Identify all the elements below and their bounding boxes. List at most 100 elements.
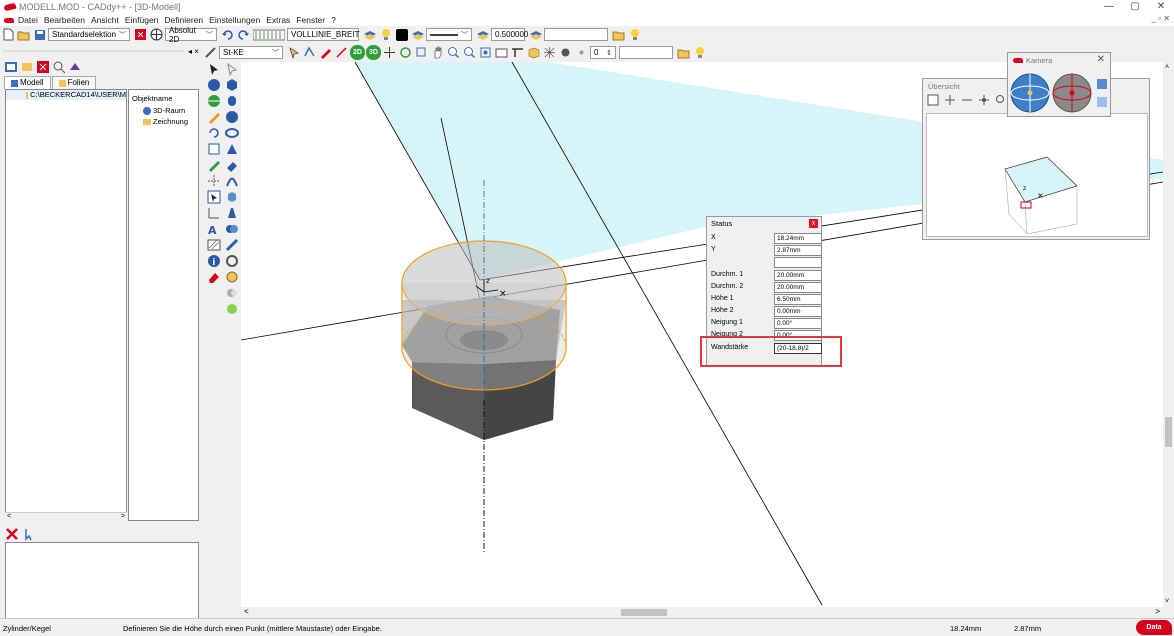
close-button[interactable]: ✕ bbox=[1148, 0, 1174, 14]
select-alt-icon[interactable] bbox=[225, 62, 239, 77]
open-folder-icon[interactable] bbox=[16, 27, 31, 42]
rotate-icon[interactable] bbox=[207, 126, 221, 140]
overview-fit-icon[interactable] bbox=[927, 94, 941, 108]
panel-settings-icon[interactable] bbox=[68, 60, 82, 74]
scroll-right-icon[interactable]: > bbox=[1155, 607, 1160, 616]
scroll-left-icon[interactable]: < bbox=[7, 513, 11, 521]
object-zeichnung[interactable]: Zeichnung bbox=[129, 116, 198, 127]
menu-datei[interactable]: Datei bbox=[18, 15, 38, 25]
overview-zoom-in-icon[interactable] bbox=[944, 94, 958, 108]
info-pointer-icon[interactable] bbox=[22, 527, 36, 541]
sweep-icon[interactable] bbox=[225, 174, 239, 188]
material-select[interactable]: St-KE ﹀ bbox=[219, 46, 283, 59]
undo-icon[interactable] bbox=[220, 27, 235, 42]
camera-close-button[interactable]: ✕ bbox=[1097, 54, 1105, 65]
menu-definieren[interactable]: Definieren bbox=[164, 15, 203, 25]
scroll-right-icon[interactable]: > bbox=[121, 513, 125, 521]
rotate-view-icon[interactable] bbox=[398, 45, 413, 60]
left-panel-grip[interactable]: ◂ × bbox=[0, 44, 203, 58]
pencil-icon[interactable] bbox=[318, 45, 333, 60]
bulb-icon[interactable] bbox=[378, 27, 393, 42]
sphere-solid-icon[interactable] bbox=[225, 110, 239, 124]
extrude-icon[interactable] bbox=[225, 190, 239, 204]
redo-icon[interactable] bbox=[236, 27, 251, 42]
cube-icon[interactable] bbox=[225, 78, 239, 92]
select-box-icon[interactable] bbox=[207, 190, 221, 204]
transform-icon[interactable] bbox=[207, 206, 221, 220]
grid-icon[interactable] bbox=[542, 45, 557, 60]
material-icon[interactable] bbox=[203, 45, 218, 60]
edit-pencil-icon[interactable] bbox=[207, 158, 221, 172]
viewport-horizontal-scrollbar[interactable]: < > bbox=[241, 607, 1163, 618]
number-stepper[interactable]: 0 ⇕ bbox=[590, 46, 616, 59]
status-close-button[interactable]: x bbox=[809, 219, 818, 228]
menu-extras[interactable]: Extras bbox=[266, 15, 290, 25]
save-icon[interactable] bbox=[32, 27, 47, 42]
pencil-icon[interactable] bbox=[207, 110, 221, 124]
shell-icon[interactable] bbox=[225, 270, 239, 284]
box-3d-icon[interactable] bbox=[526, 45, 541, 60]
zoom-previous-icon[interactable] bbox=[494, 45, 509, 60]
camera-controls[interactable] bbox=[1008, 69, 1112, 117]
view-2d-button[interactable]: 2D bbox=[350, 45, 365, 60]
sphere-icon[interactable] bbox=[207, 78, 221, 92]
cone-icon[interactable] bbox=[225, 142, 239, 156]
menu-ansicht[interactable]: Ansicht bbox=[91, 15, 119, 25]
layer-stack-icon[interactable] bbox=[362, 27, 377, 42]
color-black-icon[interactable] bbox=[394, 27, 409, 42]
coord-globe-icon[interactable] bbox=[149, 27, 164, 42]
tree-scrollbar[interactable]: < > bbox=[5, 512, 127, 521]
panel-tree-icon[interactable] bbox=[20, 60, 34, 74]
tab-folien[interactable]: Folien bbox=[51, 76, 97, 89]
view-3d-button[interactable]: 3D bbox=[366, 45, 381, 60]
horizontal-scroll-thumb[interactable] bbox=[621, 609, 667, 616]
pipe-icon[interactable] bbox=[225, 158, 239, 172]
folder-tool-icon[interactable] bbox=[676, 45, 691, 60]
status-value-field[interactable]: 18.24mm bbox=[774, 233, 822, 244]
linestyle-select[interactable]: ﹀ bbox=[426, 28, 472, 41]
text-icon[interactable]: A bbox=[207, 222, 221, 237]
hatch-icon[interactable] bbox=[207, 238, 221, 252]
workplane-icon[interactable] bbox=[510, 45, 525, 60]
text-field[interactable] bbox=[544, 28, 608, 41]
panel-search-icon[interactable] bbox=[52, 60, 66, 74]
status-value-field[interactable]: 6.50mm bbox=[774, 294, 822, 305]
command-field[interactable] bbox=[619, 46, 673, 59]
measure-icon[interactable] bbox=[334, 45, 349, 60]
small-dot-icon[interactable] bbox=[574, 45, 589, 60]
folder-tool-icon[interactable] bbox=[611, 27, 626, 42]
camera-view-cube-icon[interactable] bbox=[1097, 79, 1107, 89]
overview-zoom-out-icon[interactable] bbox=[961, 94, 975, 108]
status-value-field[interactable]: 2.87mm bbox=[774, 245, 822, 256]
selection-mode-select[interactable]: Standardselektion ﹀ bbox=[48, 28, 130, 41]
overview-canvas[interactable]: × z bbox=[926, 113, 1148, 237]
menu-einfuegen[interactable]: Einfügen bbox=[125, 15, 159, 25]
model-tree[interactable]: C:\BECKERCAD14\USER\M bbox=[5, 89, 127, 521]
dimension-icon[interactable] bbox=[207, 174, 221, 188]
object-3d-raum[interactable]: 3D-Raum bbox=[129, 105, 198, 116]
scroll-down-icon[interactable]: ˅ bbox=[1165, 598, 1169, 605]
select-arrow-icon[interactable] bbox=[207, 62, 221, 76]
hatch-pattern-icon[interactable] bbox=[252, 27, 286, 42]
select-filter-icon[interactable] bbox=[133, 27, 148, 42]
mdi-window-controls[interactable]: _ ▫ ✕ bbox=[1152, 14, 1170, 23]
object-list[interactable]: Objektname 3D-Raum Zeichnung bbox=[128, 89, 199, 521]
zoom-out-icon[interactable] bbox=[462, 45, 477, 60]
panel-delete-icon[interactable] bbox=[36, 60, 50, 74]
tree-item-root[interactable]: C:\BECKERCAD14\USER\M bbox=[6, 90, 126, 100]
zoom-in-icon[interactable] bbox=[446, 45, 461, 60]
torus-icon[interactable] bbox=[225, 126, 239, 140]
menu-bearbeiten[interactable]: Bearbeiten bbox=[44, 15, 85, 25]
document-logo-icon[interactable] bbox=[4, 17, 14, 23]
layer-stack-icon[interactable] bbox=[528, 27, 543, 42]
info-icon[interactable]: i bbox=[207, 254, 221, 268]
panel-new-icon[interactable] bbox=[4, 60, 18, 74]
pan-icon[interactable] bbox=[382, 45, 397, 60]
tab-modell[interactable]: Modell bbox=[4, 76, 51, 89]
minimize-button[interactable]: — bbox=[1096, 0, 1122, 14]
color-icon[interactable] bbox=[225, 302, 239, 316]
scroll-up-icon[interactable]: ˄ bbox=[1165, 64, 1169, 71]
viewport-vertical-scrollbar[interactable]: ˄ ˅ bbox=[1163, 62, 1174, 607]
vertical-scroll-thumb[interactable] bbox=[1165, 417, 1172, 447]
layer-stack-icon[interactable] bbox=[410, 27, 425, 42]
